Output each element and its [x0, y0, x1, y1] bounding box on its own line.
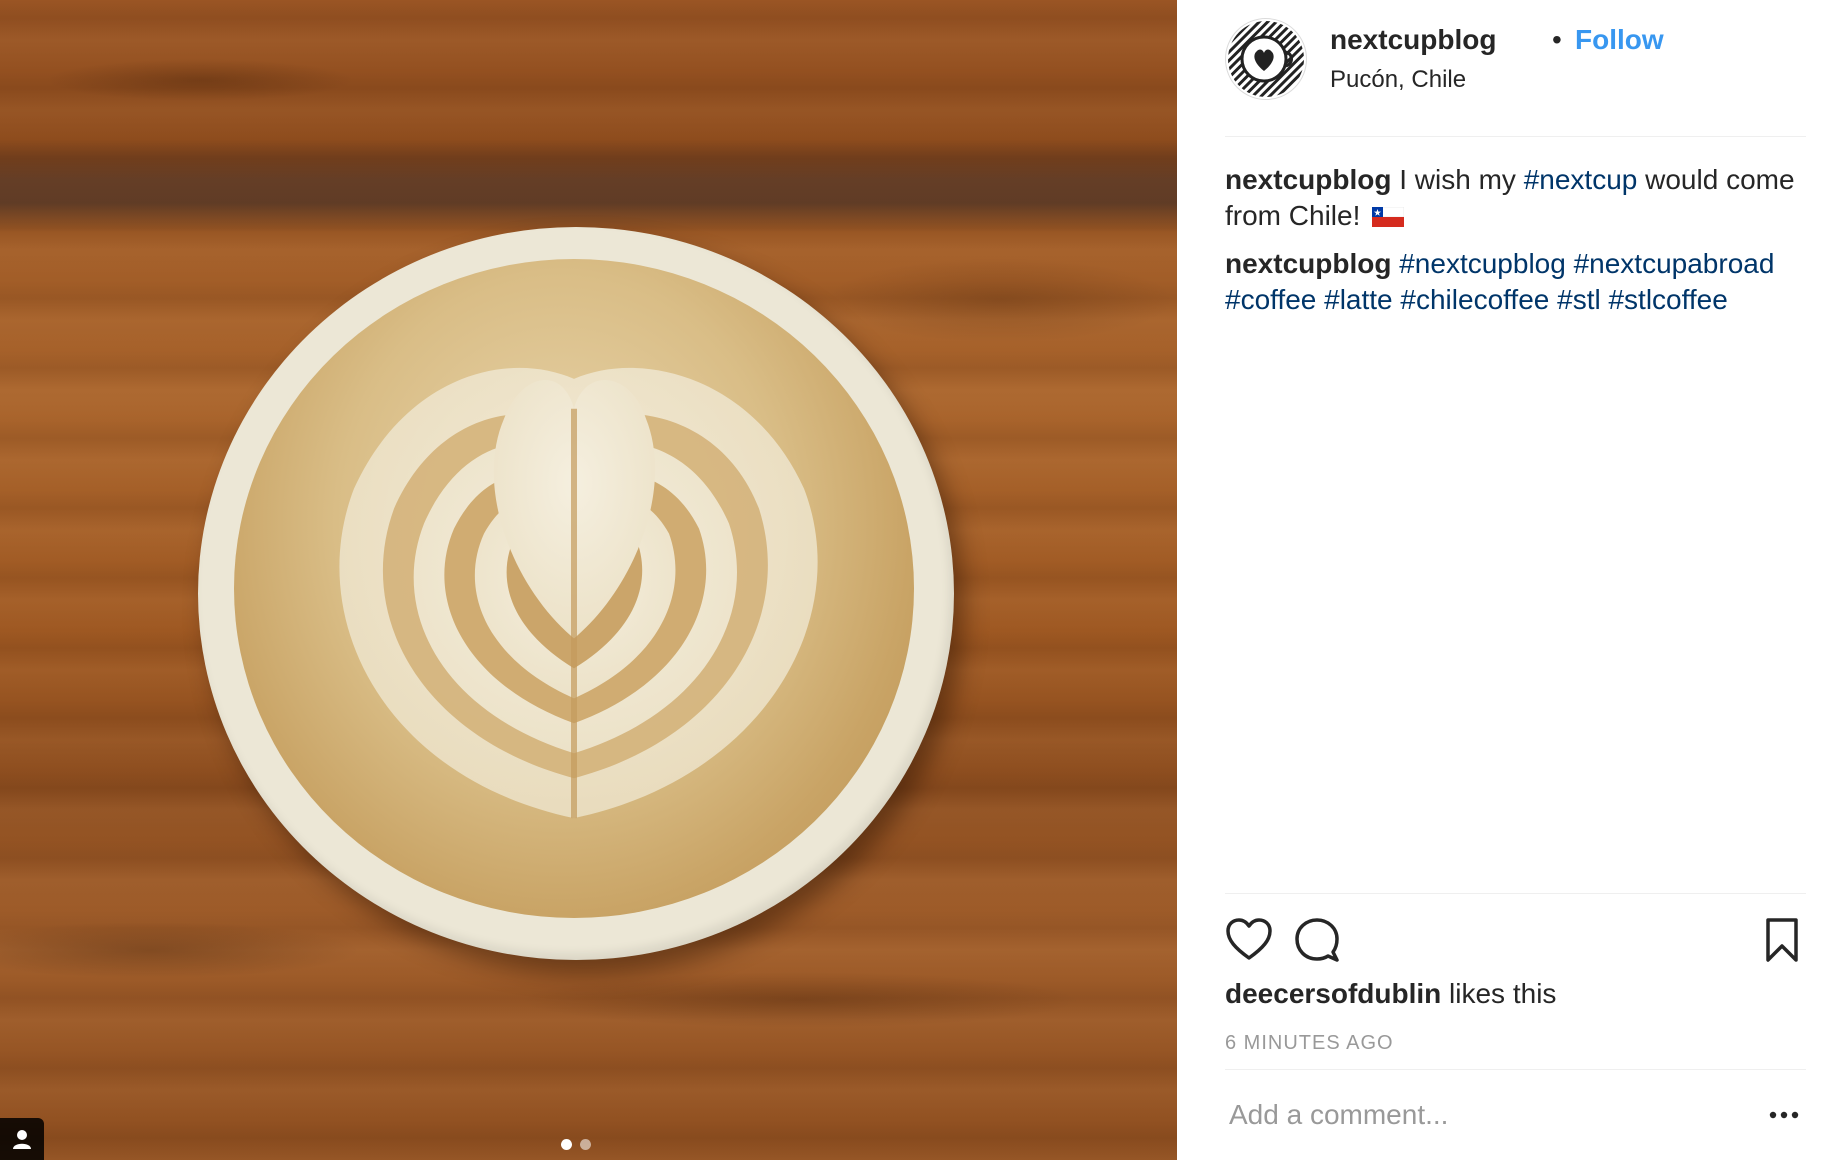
post-photo[interactable]	[0, 0, 1177, 1160]
latte-art	[234, 259, 914, 918]
post-details-panel: nextcupblog • Follow Pucón, Chile nextcu…	[1177, 0, 1826, 1160]
post-header: nextcupblog • Follow Pucón, Chile	[1225, 16, 1806, 137]
caption-text-before: I wish my	[1399, 164, 1516, 195]
hashtag[interactable]: #stl	[1557, 284, 1601, 315]
hashtag[interactable]: #latte	[1324, 284, 1393, 315]
hashtag[interactable]: #stlcoffee	[1608, 284, 1727, 315]
avatar[interactable]	[1225, 18, 1307, 100]
comment-username[interactable]: nextcupblog	[1225, 248, 1391, 279]
hashtag[interactable]: #nextcupblog	[1399, 248, 1566, 279]
carousel-indicator[interactable]	[561, 1139, 591, 1150]
post-location[interactable]: Pucón, Chile	[1330, 66, 1466, 94]
caption-username[interactable]: nextcupblog	[1225, 164, 1391, 195]
comment: nextcupblog #nextcupblog #nextcupabroad …	[1225, 246, 1800, 318]
hashtag[interactable]: #nextcupabroad	[1574, 248, 1775, 279]
post-timestamp[interactable]: 6 MINUTES AGO	[1225, 1032, 1394, 1055]
comment-input[interactable]	[1229, 1090, 1709, 1140]
likes-suffix: likes this	[1449, 978, 1557, 1009]
carousel-dot[interactable]	[580, 1139, 591, 1150]
comment-bubble-icon[interactable]	[1293, 916, 1341, 964]
liker-username[interactable]: deecersofdublin	[1225, 978, 1441, 1009]
caption-hashtag[interactable]: #nextcup	[1524, 164, 1638, 195]
separator-dot: •	[1552, 24, 1562, 55]
follow-button[interactable]: Follow	[1575, 24, 1664, 56]
hashtag[interactable]: #coffee	[1225, 284, 1316, 315]
caption: nextcupblog I wish my #nextcup would com…	[1225, 162, 1800, 234]
user-tag-icon[interactable]	[0, 1118, 44, 1160]
coffee-cup	[198, 227, 954, 960]
chile-flag-icon	[1372, 207, 1405, 227]
heart-icon[interactable]	[1225, 916, 1273, 964]
post-username[interactable]: nextcupblog	[1330, 24, 1496, 56]
carousel-dot-active[interactable]	[561, 1139, 572, 1150]
action-bar	[1225, 893, 1806, 966]
caption-section: nextcupblog I wish my #nextcup would com…	[1225, 162, 1800, 330]
hashtag[interactable]: #chilecoffee	[1400, 284, 1549, 315]
more-options-icon[interactable]	[1762, 1090, 1806, 1140]
likes-line: deecersofdublin likes this	[1225, 978, 1556, 1010]
bookmark-icon[interactable]	[1758, 916, 1806, 964]
comment-bar	[1225, 1069, 1806, 1161]
